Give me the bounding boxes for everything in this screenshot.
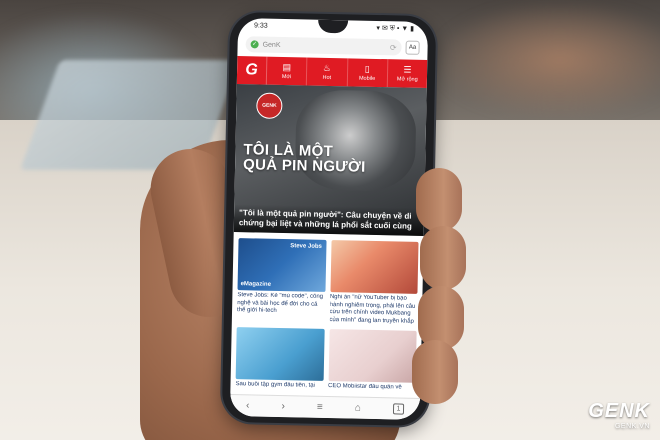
nav-item-more[interactable]: ☰ Mở rộng: [388, 59, 428, 88]
nav-item-mobile[interactable]: ▯ Mobile: [347, 58, 389, 88]
hero-title: TÔI LÀ MỘT QUẢ PIN NGƯỜI: [242, 141, 366, 176]
nav-item-hot[interactable]: ♨ Hot: [307, 57, 348, 87]
article-title[interactable]: Steve Jobs: Kẻ "mù code", công nghệ và b…: [237, 292, 325, 324]
nav-item-new[interactable]: ▤ Mới: [266, 56, 308, 86]
hero-caption[interactable]: "Tôi là một quả pin người": Câu chuyện v…: [233, 204, 425, 236]
article-thumbnail[interactable]: [329, 240, 419, 294]
document-icon: ▤: [282, 61, 292, 72]
article-thumbnail[interactable]: [235, 327, 325, 381]
forward-icon[interactable]: ›: [281, 401, 285, 412]
article-title[interactable]: Nghi án "nữ YouTuber bị bạo hành nghiêm …: [329, 294, 417, 326]
genk-logo[interactable]: G: [236, 56, 268, 85]
address-field[interactable]: ✓ GenK ⟳: [245, 36, 402, 56]
smartphone: 9:33 ▾ ✉ ⛨ • ▼ ▮ ✓ GenK ⟳ Aa G ▤ Mới ♨ H…: [221, 11, 437, 427]
article-grid: Steve Jobs eMagazine Steve Jobs: Kẻ "mù …: [230, 232, 424, 415]
phone-screen: 9:33 ▾ ✉ ⛨ • ▼ ▮ ✓ GenK ⟳ Aa G ▤ Mới ♨ H…: [229, 18, 429, 420]
reload-icon[interactable]: ⟳: [390, 43, 397, 52]
hand-finger: [416, 168, 462, 232]
featured-article[interactable]: GENK TÔI LÀ MỘT QUẢ PIN NGƯỜI "Tôi là mộ…: [233, 84, 427, 236]
genk-watermark: GENK GENK.VN: [588, 400, 650, 430]
back-icon[interactable]: ‹: [246, 400, 250, 411]
article-card[interactable]: Nghi án "nữ YouTuber bị bạo hành nghiêm …: [329, 240, 419, 326]
status-time: 9:33: [253, 21, 268, 30]
article-card[interactable]: Steve Jobs eMagazine Steve Jobs: Kẻ "mù …: [237, 238, 327, 324]
status-icons: ▾ ✉ ⛨ • ▼ ▮: [376, 24, 415, 33]
hero-image: [294, 89, 417, 192]
menu-icon[interactable]: ≡: [317, 402, 323, 413]
tabs-button[interactable]: 1: [392, 403, 405, 415]
menu-icon: ☰: [403, 64, 412, 75]
address-text: GenK: [262, 41, 281, 49]
site-navbar: G ▤ Mới ♨ Hot ▯ Mobile ☰ Mở rộng: [236, 56, 428, 89]
hand-finger: [412, 340, 458, 404]
hero-badge: GENK: [256, 92, 283, 119]
article-thumbnail[interactable]: Steve Jobs eMagazine: [237, 238, 327, 292]
secure-shield-icon: ✓: [250, 40, 259, 49]
browser-bottom-bar: ‹ › ≡ ⌂ 1: [229, 393, 421, 420]
home-icon[interactable]: ⌂: [355, 403, 361, 414]
hand-finger: [420, 226, 466, 290]
fire-icon: ♨: [322, 62, 332, 73]
mobile-icon: ▯: [364, 63, 370, 74]
reader-mode-button[interactable]: Aa: [405, 40, 420, 55]
article-thumbnail[interactable]: [328, 329, 417, 383]
